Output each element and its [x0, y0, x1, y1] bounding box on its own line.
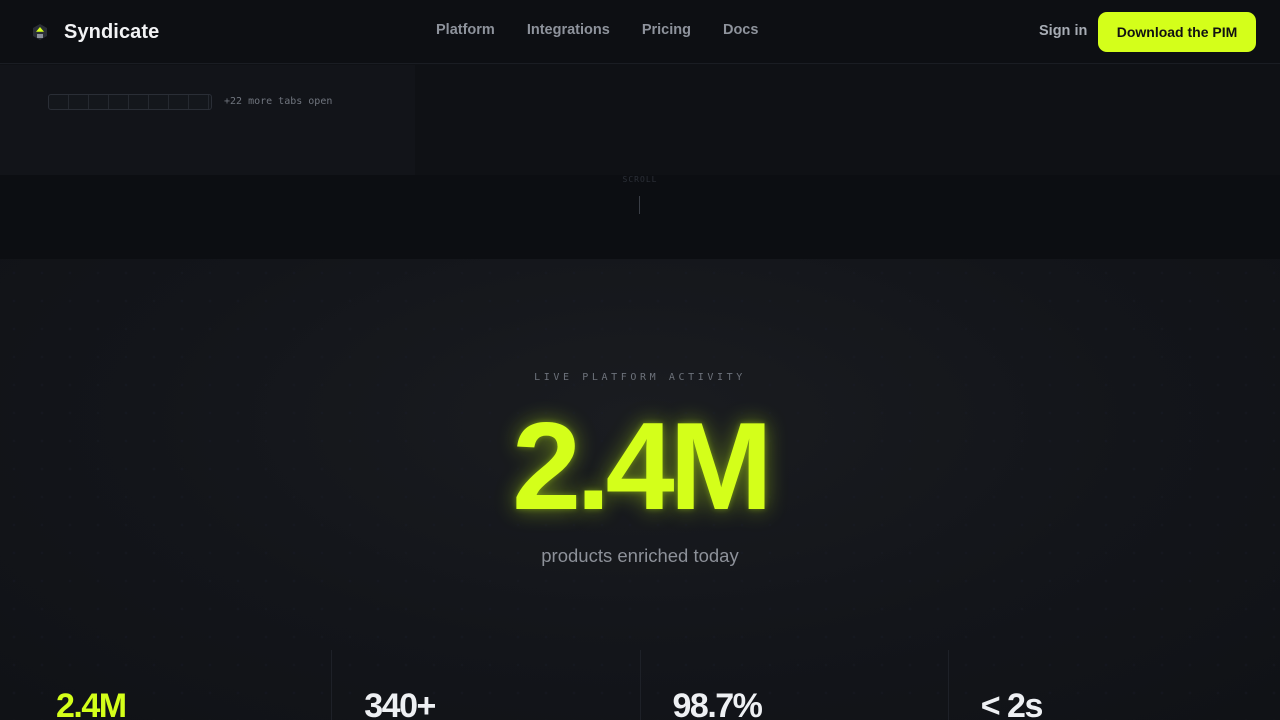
stat-card: 2.4M	[24, 650, 331, 720]
scroll-indicator-band: SCROLL	[0, 175, 1280, 259]
brand-name: Syndicate	[64, 20, 160, 43]
nav-link-docs[interactable]: Docs	[723, 22, 758, 38]
more-tabs-label: +22 more tabs open	[224, 96, 333, 107]
browser-tabs-preview: +22 more tabs open	[0, 65, 1280, 175]
sign-in-link[interactable]: Sign in	[1039, 23, 1087, 39]
nav-link-integrations[interactable]: Integrations	[527, 22, 610, 38]
tab-thumbnail	[89, 95, 109, 109]
stat-value: < 2s	[980, 687, 1044, 720]
tabs-panel: +22 more tabs open	[0, 65, 415, 175]
nav-link-pricing[interactable]: Pricing	[642, 22, 691, 38]
syndicate-logo-icon	[30, 22, 50, 42]
headline-metric: 2.4M	[512, 398, 773, 536]
tab-thumbnail	[109, 95, 129, 109]
stat-card: 98.7%	[639, 650, 948, 720]
top-nav: Syndicate Platform Integrations Pricing …	[0, 0, 1280, 64]
stat-value: 2.4M	[56, 687, 127, 720]
stat-card: 340+	[331, 650, 639, 720]
scroll-indicator-line	[639, 196, 640, 214]
tab-thumbnail	[189, 95, 209, 109]
tab-strip	[48, 94, 212, 110]
nav-link-platform[interactable]: Platform	[436, 22, 495, 38]
stat-value: 340+	[364, 687, 436, 720]
tab-thumbnail	[149, 95, 169, 109]
primary-nav: Platform Integrations Pricing Docs	[436, 22, 790, 38]
live-activity-section: LIVE PLATFORM ACTIVITY 2.4M products enr…	[0, 259, 1280, 720]
stat-value: 98.7%	[672, 687, 763, 720]
tab-thumbnail	[69, 95, 89, 109]
section-eyebrow: LIVE PLATFORM ACTIVITY	[534, 372, 746, 383]
headline-metric-caption: products enriched today	[541, 545, 739, 566]
stat-card: < 2s	[947, 650, 1256, 720]
tab-thumbnail	[49, 95, 69, 109]
stats-grid: 2.4M 340+ 98.7% < 2s	[24, 650, 1256, 720]
tab-thumbnail	[169, 95, 189, 109]
brand-logo[interactable]: Syndicate	[30, 20, 159, 44]
tab-thumbnail	[129, 95, 149, 109]
scroll-label: SCROLL	[622, 175, 658, 184]
download-pim-button[interactable]: Download the PIM	[1098, 12, 1256, 52]
